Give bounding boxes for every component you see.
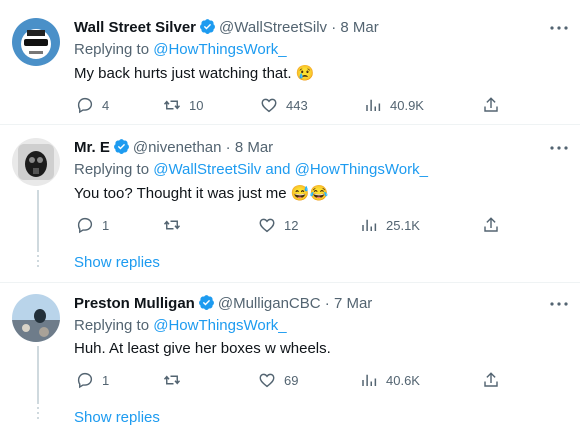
more-icon[interactable] bbox=[548, 296, 570, 312]
retweet-icon bbox=[163, 375, 181, 385]
views-count: 40.6K bbox=[386, 372, 420, 388]
share-button[interactable] bbox=[482, 370, 508, 390]
views-icon bbox=[362, 219, 377, 231]
avatar[interactable] bbox=[12, 138, 60, 186]
avatar[interactable] bbox=[12, 18, 60, 66]
retweet-icon bbox=[163, 220, 181, 230]
share-icon bbox=[484, 372, 498, 387]
like-icon bbox=[259, 218, 275, 233]
views-icon bbox=[362, 374, 377, 386]
reply-icon bbox=[77, 372, 93, 389]
avatar[interactable] bbox=[12, 294, 60, 342]
reply-button[interactable]: 1 bbox=[76, 370, 109, 390]
thread-dots bbox=[37, 250, 39, 270]
thread-line bbox=[37, 346, 39, 402]
tweet-preston-mulligan[interactable]: Preston Mulligan @MulliganCBC · 7 Mar Rep… bbox=[0, 294, 580, 402]
retweet-count: 10 bbox=[189, 97, 204, 113]
views-count: 40.9K bbox=[390, 97, 424, 113]
retweet-button[interactable] bbox=[163, 370, 189, 390]
like-button[interactable]: 443 bbox=[260, 95, 308, 115]
tweet-text: You too? Thought it was just me 😅😂 bbox=[74, 185, 329, 202]
divider bbox=[0, 282, 580, 283]
tweet-header: Preston Mulligan @MulliganCBC · 7 Mar bbox=[74, 294, 372, 314]
retweet-icon bbox=[163, 100, 181, 110]
more-icon[interactable] bbox=[548, 20, 570, 36]
timestamp[interactable]: · 8 Mar bbox=[226, 139, 274, 156]
handle[interactable]: @nivenethan bbox=[133, 139, 222, 156]
replying-prefix: Replying to bbox=[74, 161, 150, 178]
like-count: 443 bbox=[286, 97, 308, 113]
tweet-header: Mr. E @nivenethan · 8 Mar bbox=[74, 138, 273, 158]
thread-line bbox=[37, 190, 39, 250]
replying-prefix: Replying to bbox=[74, 41, 150, 58]
verified-badge-icon bbox=[198, 295, 214, 310]
verified-badge-icon bbox=[113, 139, 129, 154]
tweet-mr-e[interactable]: Mr. E @nivenethan · 8 Mar Replying to @Wa… bbox=[0, 138, 580, 250]
like-icon bbox=[261, 98, 277, 113]
replying-to: Replying to @HowThingsWork_ bbox=[74, 316, 287, 336]
share-button[interactable] bbox=[482, 215, 508, 235]
share-button[interactable] bbox=[482, 95, 508, 115]
tweet-text: Huh. At least give her boxes w wheels. bbox=[74, 340, 331, 357]
reply-icon bbox=[77, 217, 93, 234]
reply-button[interactable]: 4 bbox=[76, 95, 109, 115]
reply-count: 1 bbox=[102, 217, 110, 233]
reply-count: 1 bbox=[102, 372, 110, 388]
views-count: 25.1K bbox=[386, 217, 420, 233]
like-count: 12 bbox=[284, 217, 299, 233]
share-icon bbox=[484, 217, 498, 232]
display-name[interactable]: Mr. E bbox=[74, 139, 110, 156]
show-replies-link[interactable]: Show replies bbox=[74, 253, 160, 273]
more-icon[interactable] bbox=[548, 140, 570, 156]
like-count: 69 bbox=[284, 372, 299, 388]
like-button[interactable]: 12 bbox=[258, 215, 298, 235]
tweet-header: Wall Street Silver @WallStreetSilv · 8 Ma… bbox=[74, 18, 379, 38]
display-name[interactable]: Wall Street Silver bbox=[74, 19, 196, 36]
reply-button[interactable]: 1 bbox=[76, 215, 109, 235]
retweet-button[interactable]: 10 bbox=[163, 95, 203, 115]
divider bbox=[0, 124, 580, 125]
share-icon bbox=[484, 97, 498, 112]
reply-mention-link[interactable]: @HowThingsWork_ bbox=[153, 317, 286, 334]
reply-count: 4 bbox=[102, 97, 110, 113]
verified-badge-icon bbox=[200, 19, 215, 34]
replying-to: Replying to @WallStreetSilv and @HowThin… bbox=[74, 160, 428, 180]
display-name[interactable]: Preston Mulligan bbox=[74, 295, 195, 312]
reply-mention-link[interactable]: @HowThingsWork_ bbox=[153, 41, 286, 58]
show-replies-link[interactable]: Show replies bbox=[74, 408, 160, 428]
handle[interactable]: @WallStreetSilv bbox=[219, 19, 327, 36]
reply-mention-link[interactable]: @WallStreetSilv and @HowThingsWork_ bbox=[153, 161, 428, 178]
reply-icon bbox=[77, 97, 93, 114]
views-icon bbox=[366, 99, 381, 111]
like-icon bbox=[259, 373, 275, 388]
retweet-button[interactable] bbox=[163, 215, 189, 235]
tweet-text: My back hurts just watching that. 😢 bbox=[74, 65, 315, 82]
views-button[interactable]: 40.6K bbox=[360, 370, 420, 390]
thread-dots bbox=[37, 402, 39, 422]
replying-prefix: Replying to bbox=[74, 317, 150, 334]
timestamp[interactable]: · 7 Mar bbox=[325, 295, 373, 312]
views-button[interactable]: 40.9K bbox=[364, 95, 424, 115]
handle[interactable]: @MulliganCBC bbox=[218, 295, 321, 312]
like-button[interactable]: 69 bbox=[258, 370, 298, 390]
views-button[interactable]: 25.1K bbox=[360, 215, 420, 235]
timestamp[interactable]: · 8 Mar bbox=[331, 19, 379, 36]
replying-to: Replying to @HowThingsWork_ bbox=[74, 40, 287, 60]
tweet-wall-street-silver[interactable]: Wall Street Silver @WallStreetSilv · 8 Ma… bbox=[0, 18, 580, 126]
